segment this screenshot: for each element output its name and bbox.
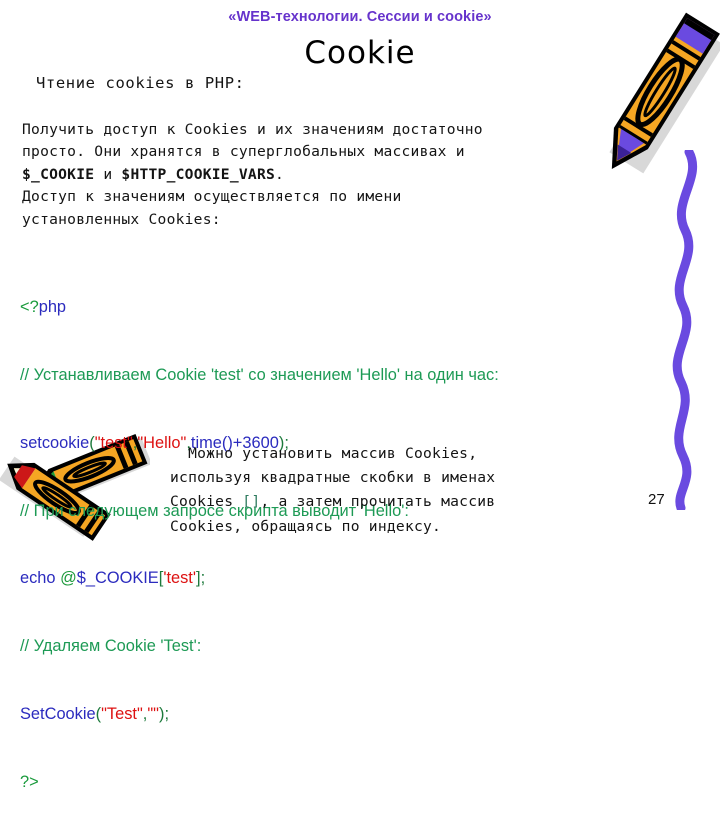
intro-paragraph: Получить доступ к Cookies и их значениям… (22, 119, 483, 231)
delete-name: "Test" (101, 704, 143, 723)
slide-kicker: «WEB-технологии. Сессии и cookie» (228, 9, 492, 25)
php-code-block: <?php // Устанавливаем Cookie 'test' со … (20, 251, 499, 838)
footnote-line-1: Можно установить массив Cookies, (170, 445, 478, 462)
array-brackets: [] (242, 493, 261, 511)
superglobal-cookie: $_COOKIE (22, 165, 95, 183)
footnote-block: Можно установить массив Cookies, использ… (170, 442, 495, 539)
setcookie-fn: setcookie (20, 433, 90, 452)
slide-canvas: «WEB-технологии. Сессии и cookie» Cookie… (0, 0, 720, 791)
footnote-line-3-a: Cookies (170, 493, 243, 511)
footnote-line-2: используя квадратные скобки в именах (170, 469, 496, 487)
paragraph-line-4: Доступ к значениям осуществляется по име… (22, 188, 402, 206)
paragraph-line-3-mid: и (94, 165, 122, 183)
paragraph-line-3-end: . (275, 165, 285, 183)
superglobal-http-cookie-vars: $HTTP_COOKIE_VARS (121, 165, 276, 183)
cookie-superglobal: $_COOKIE (76, 569, 159, 588)
delete-value: "" (147, 704, 159, 723)
lead-line: Чтение cookies в PHP: (36, 74, 245, 92)
code-line-setcookie-delete: SetCookie("Test",""); (20, 703, 499, 726)
paragraph-line-2: просто. Они хранятся в суперглобальных м… (22, 143, 465, 161)
semicolon-2: ; (200, 569, 206, 588)
footnote-line-3-b: , а затем прочитать массив (260, 493, 496, 511)
semicolon-3: ; (164, 704, 170, 723)
footnote-line-4: Cookies, обращаясь по индексу. (170, 517, 442, 535)
code-line-comment-3: // Удаляем Cookie 'Test': (20, 637, 202, 656)
wavy-line-icon (672, 150, 698, 510)
echo-keyword: echo (20, 569, 61, 588)
page-number: 27 (648, 491, 665, 508)
code-line-echo: echo @$_COOKIE['test']; (20, 567, 499, 590)
code-line-comment-1: // Устанавливаем Cookie 'test' со значен… (20, 365, 499, 384)
php-open-delim: <? (20, 298, 39, 317)
code-line-open-tag: <?php (20, 296, 499, 319)
arg-name: "test" (94, 433, 133, 452)
pencil-icon (609, 12, 720, 174)
cookie-key: 'test' (163, 569, 196, 588)
page-title: Cookie (304, 35, 416, 71)
setcookie-fn-2: SetCookie (20, 704, 96, 723)
error-suppress-op: @ (60, 569, 77, 588)
paragraph-line-1: Получить доступ к Cookies и их значениям… (22, 121, 483, 138)
paragraph-line-5: установленных Cookies: (22, 210, 221, 228)
php-open-keyword: php (38, 298, 67, 317)
code-line-close-tag: ?> (20, 772, 39, 791)
